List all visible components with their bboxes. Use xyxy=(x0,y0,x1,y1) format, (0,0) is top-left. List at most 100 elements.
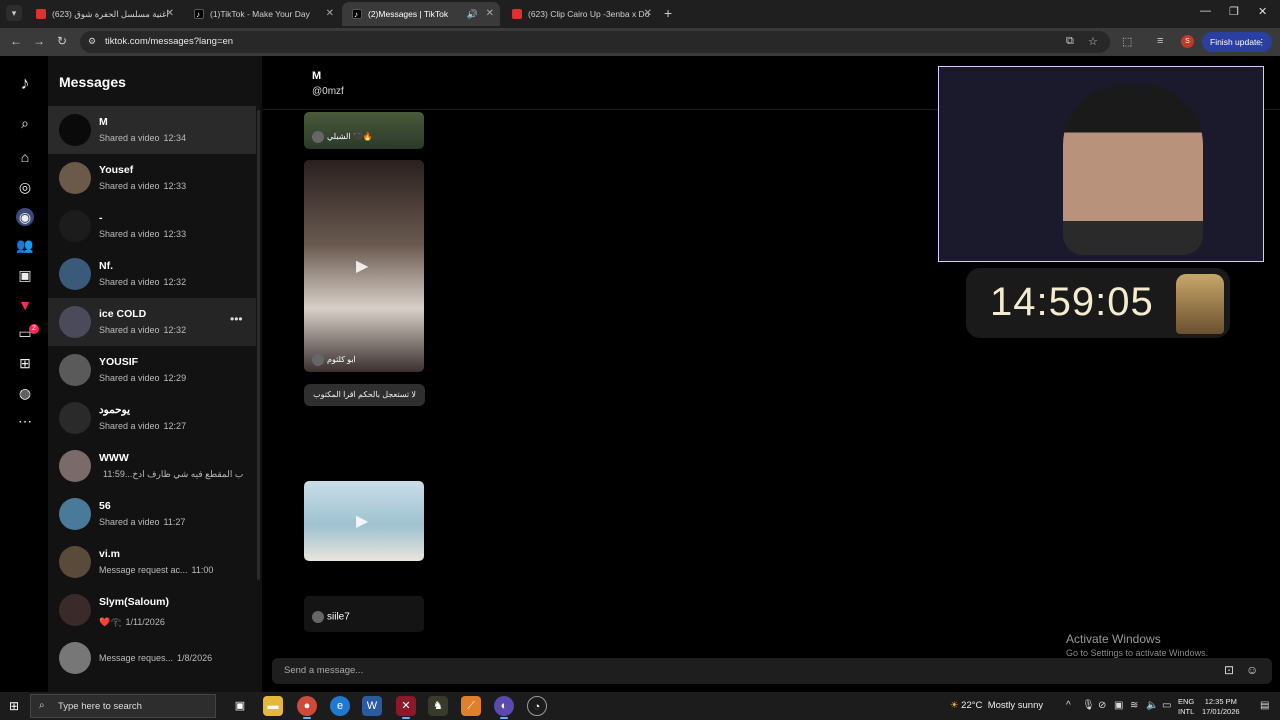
language-indicator[interactable]: ENG INTL xyxy=(1178,697,1194,717)
camera-icon[interactable]: ▣ xyxy=(1114,700,1123,711)
conversation-item[interactable]: ice COLD Shared a video 12:32 ••• xyxy=(48,298,256,346)
conversation-item[interactable]: Nf. Shared a video 12:32 xyxy=(48,250,256,298)
live-icon[interactable]: ▣ xyxy=(16,266,34,284)
conversation-item[interactable]: 56 Shared a video 11:27 xyxy=(48,490,256,538)
emoji-icon[interactable]: ☺ xyxy=(1246,663,1258,677)
close-icon[interactable]: ✕ xyxy=(486,2,494,26)
wifi-icon[interactable]: ≋ xyxy=(1130,700,1138,711)
notifications-icon[interactable]: ▤ xyxy=(1260,700,1269,711)
message-input[interactable]: Send a message... ⊡ ☺ xyxy=(272,658,1272,684)
search-icon[interactable]: ⌕ xyxy=(16,114,34,132)
more-vert-icon[interactable]: ⋮ xyxy=(1258,32,1267,52)
site-info-icon[interactable]: ⚙ xyxy=(88,36,96,47)
media-control-icon[interactable]: ≡ xyxy=(1157,35,1163,47)
taskbar-search[interactable]: ⌕ Type here to search xyxy=(30,694,216,718)
capcut-icon[interactable]: ✕ xyxy=(396,696,416,719)
home-icon[interactable]: ⌂ xyxy=(16,148,34,166)
more-horizontal-icon[interactable]: ⋯ xyxy=(16,412,34,430)
chrome-icon[interactable]: ● xyxy=(297,696,317,719)
conversation-item[interactable]: M Shared a video 12:34 xyxy=(48,106,256,154)
conversation-item[interactable]: Slym(Saloum) ❤️𓂀 1/11/2026 xyxy=(48,586,256,634)
browser-tab[interactable]: (623) Clip Cairo Up -3enba x Do ✕ xyxy=(502,2,658,26)
new-tab-button[interactable]: + xyxy=(664,4,678,22)
tiktok-logo-icon[interactable]: ♪ xyxy=(16,74,34,92)
conversation-time: 1/8/2026 xyxy=(177,653,213,663)
restore-icon[interactable]: ❐ xyxy=(1229,5,1239,18)
url-bar[interactable]: ⚙ tiktok.com/messages?lang=en xyxy=(80,31,1110,53)
finish-update-button[interactable]: Finish update ⋮ xyxy=(1202,32,1272,52)
chat-handle[interactable]: @0mzf xyxy=(312,86,344,97)
extensions-icon[interactable]: ⬚ xyxy=(1122,35,1132,48)
browser-tab-active[interactable]: (2)Messages | TikTok 🔊 ✕ xyxy=(342,2,500,26)
profile-icon[interactable]: ◍ xyxy=(16,384,34,402)
close-icon[interactable]: ✕ xyxy=(166,2,174,26)
network-off-icon[interactable]: ⊘ xyxy=(1098,700,1106,711)
finish-update-label: Finish update xyxy=(1210,37,1262,47)
profile-avatar[interactable]: S xyxy=(1181,35,1194,48)
forward-arrow-icon[interactable]: → xyxy=(33,34,45,48)
system-clock[interactable]: 12:35 PM 17/01/2026 xyxy=(1202,697,1240,717)
minimize-icon[interactable]: — xyxy=(1200,5,1211,17)
upload-icon[interactable]: ⊞ xyxy=(16,354,34,372)
tab-search-button[interactable]: ▾ xyxy=(6,5,22,21)
conversation-item[interactable]: YOUSIF Shared a video 12:29 xyxy=(48,346,256,394)
conversation-item[interactable]: Message reques... 1/8/2026 xyxy=(48,634,256,682)
battery-icon[interactable]: ▭ xyxy=(1162,700,1171,711)
avatar xyxy=(59,114,91,146)
shared-video-card[interactable]: الشبلي 🖤🔥 xyxy=(304,112,424,149)
conversation-item[interactable]: يوحمود Shared a video 12:27 xyxy=(48,394,256,442)
conversation-name: WWW xyxy=(99,452,129,464)
bookmark-star-icon[interactable]: ☆ xyxy=(1088,35,1098,48)
conversation-item[interactable]: - Shared a video 12:33 xyxy=(48,202,256,250)
conversation-item[interactable]: WWW ب المقطع فيه شي ظارف ادخ...11:59 xyxy=(48,442,256,490)
friends-icon[interactable]: 👥 xyxy=(16,236,34,254)
sun-icon: ☀ xyxy=(950,700,959,711)
shared-video-card[interactable]: ▶ ابو كلثوم xyxy=(304,160,424,372)
speaker-icon[interactable]: 🔊 xyxy=(467,2,478,26)
shared-video-card[interactable]: ▶ xyxy=(304,481,424,561)
game-app-icon[interactable]: ♞ xyxy=(428,696,448,716)
video-author-name: الشبلي 🖤🔥 xyxy=(327,132,373,142)
discord-icon[interactable]: ◐ xyxy=(494,696,514,719)
conversation-time: 12:33 xyxy=(163,181,187,191)
nav-rail: ♪ ⌕ ⌂ ◎ ◉ 👥 ▣ ▼ ▭ 2 ⊞ ◍ ⋯ xyxy=(0,56,48,692)
activate-windows-subtitle: Go to Settings to activate Windows. xyxy=(1066,648,1209,658)
conversation-time: 12:32 xyxy=(163,325,187,335)
volume-icon[interactable]: 🔈 xyxy=(1146,700,1158,711)
conversation-item[interactable]: Yousef Shared a video 12:33 xyxy=(48,154,256,202)
play-icon: ▶ xyxy=(356,258,369,275)
edge-icon[interactable]: e xyxy=(330,696,350,716)
close-window-icon[interactable]: ✕ xyxy=(1258,5,1267,18)
conversation-name: ice COLD xyxy=(99,308,147,320)
task-view-icon[interactable]: ▣ xyxy=(230,696,250,716)
microphone-icon[interactable]: 🎙 xyxy=(1082,700,1095,711)
browser-tab[interactable]: اغنية مسلسل الحفرة شوق (623) ✕ xyxy=(26,2,180,26)
scrollbar[interactable] xyxy=(257,110,260,580)
windows-start-icon[interactable]: ⊞ xyxy=(9,699,19,713)
chat-name[interactable]: M xyxy=(312,70,321,82)
youtube-icon xyxy=(36,9,46,19)
activity-icon[interactable]: ▼ xyxy=(16,296,34,314)
image-upload-icon[interactable]: ⊡ xyxy=(1224,663,1234,677)
install-app-icon[interactable]: ⧉ xyxy=(1066,35,1074,48)
shared-video-card[interactable]: siile7 xyxy=(304,596,424,632)
chevron-up-icon[interactable]: ^ xyxy=(1066,700,1071,711)
conversation-item[interactable]: vi.m Message request ac... 11:00 xyxy=(48,538,256,586)
conversation-preview: Shared a video xyxy=(99,517,160,527)
more-options-icon[interactable]: ••• xyxy=(230,312,243,326)
obs-icon[interactable]: ◔ xyxy=(527,696,547,716)
explore-icon[interactable]: ◎ xyxy=(16,178,34,196)
back-arrow-icon[interactable]: ← xyxy=(10,34,22,48)
conversation-name: 56 xyxy=(99,500,111,512)
word-icon[interactable]: W xyxy=(362,696,382,716)
file-explorer-icon[interactable]: ▬ xyxy=(263,696,283,716)
browser-tab[interactable]: (1)TikTok - Make Your Day ✕ xyxy=(184,2,340,26)
conversation-time: 11:00 xyxy=(191,565,214,575)
following-avatar-icon[interactable]: ◉ xyxy=(16,208,34,226)
conversation-time: 12:29 xyxy=(163,373,187,383)
weather-widget[interactable]: ☀ 22°C Mostly sunny xyxy=(950,700,1043,711)
reload-icon[interactable]: ↻ xyxy=(57,34,67,48)
close-icon[interactable]: ✕ xyxy=(644,2,652,26)
close-icon[interactable]: ✕ xyxy=(326,2,334,26)
app-icon[interactable]: ⟋ xyxy=(461,696,481,716)
